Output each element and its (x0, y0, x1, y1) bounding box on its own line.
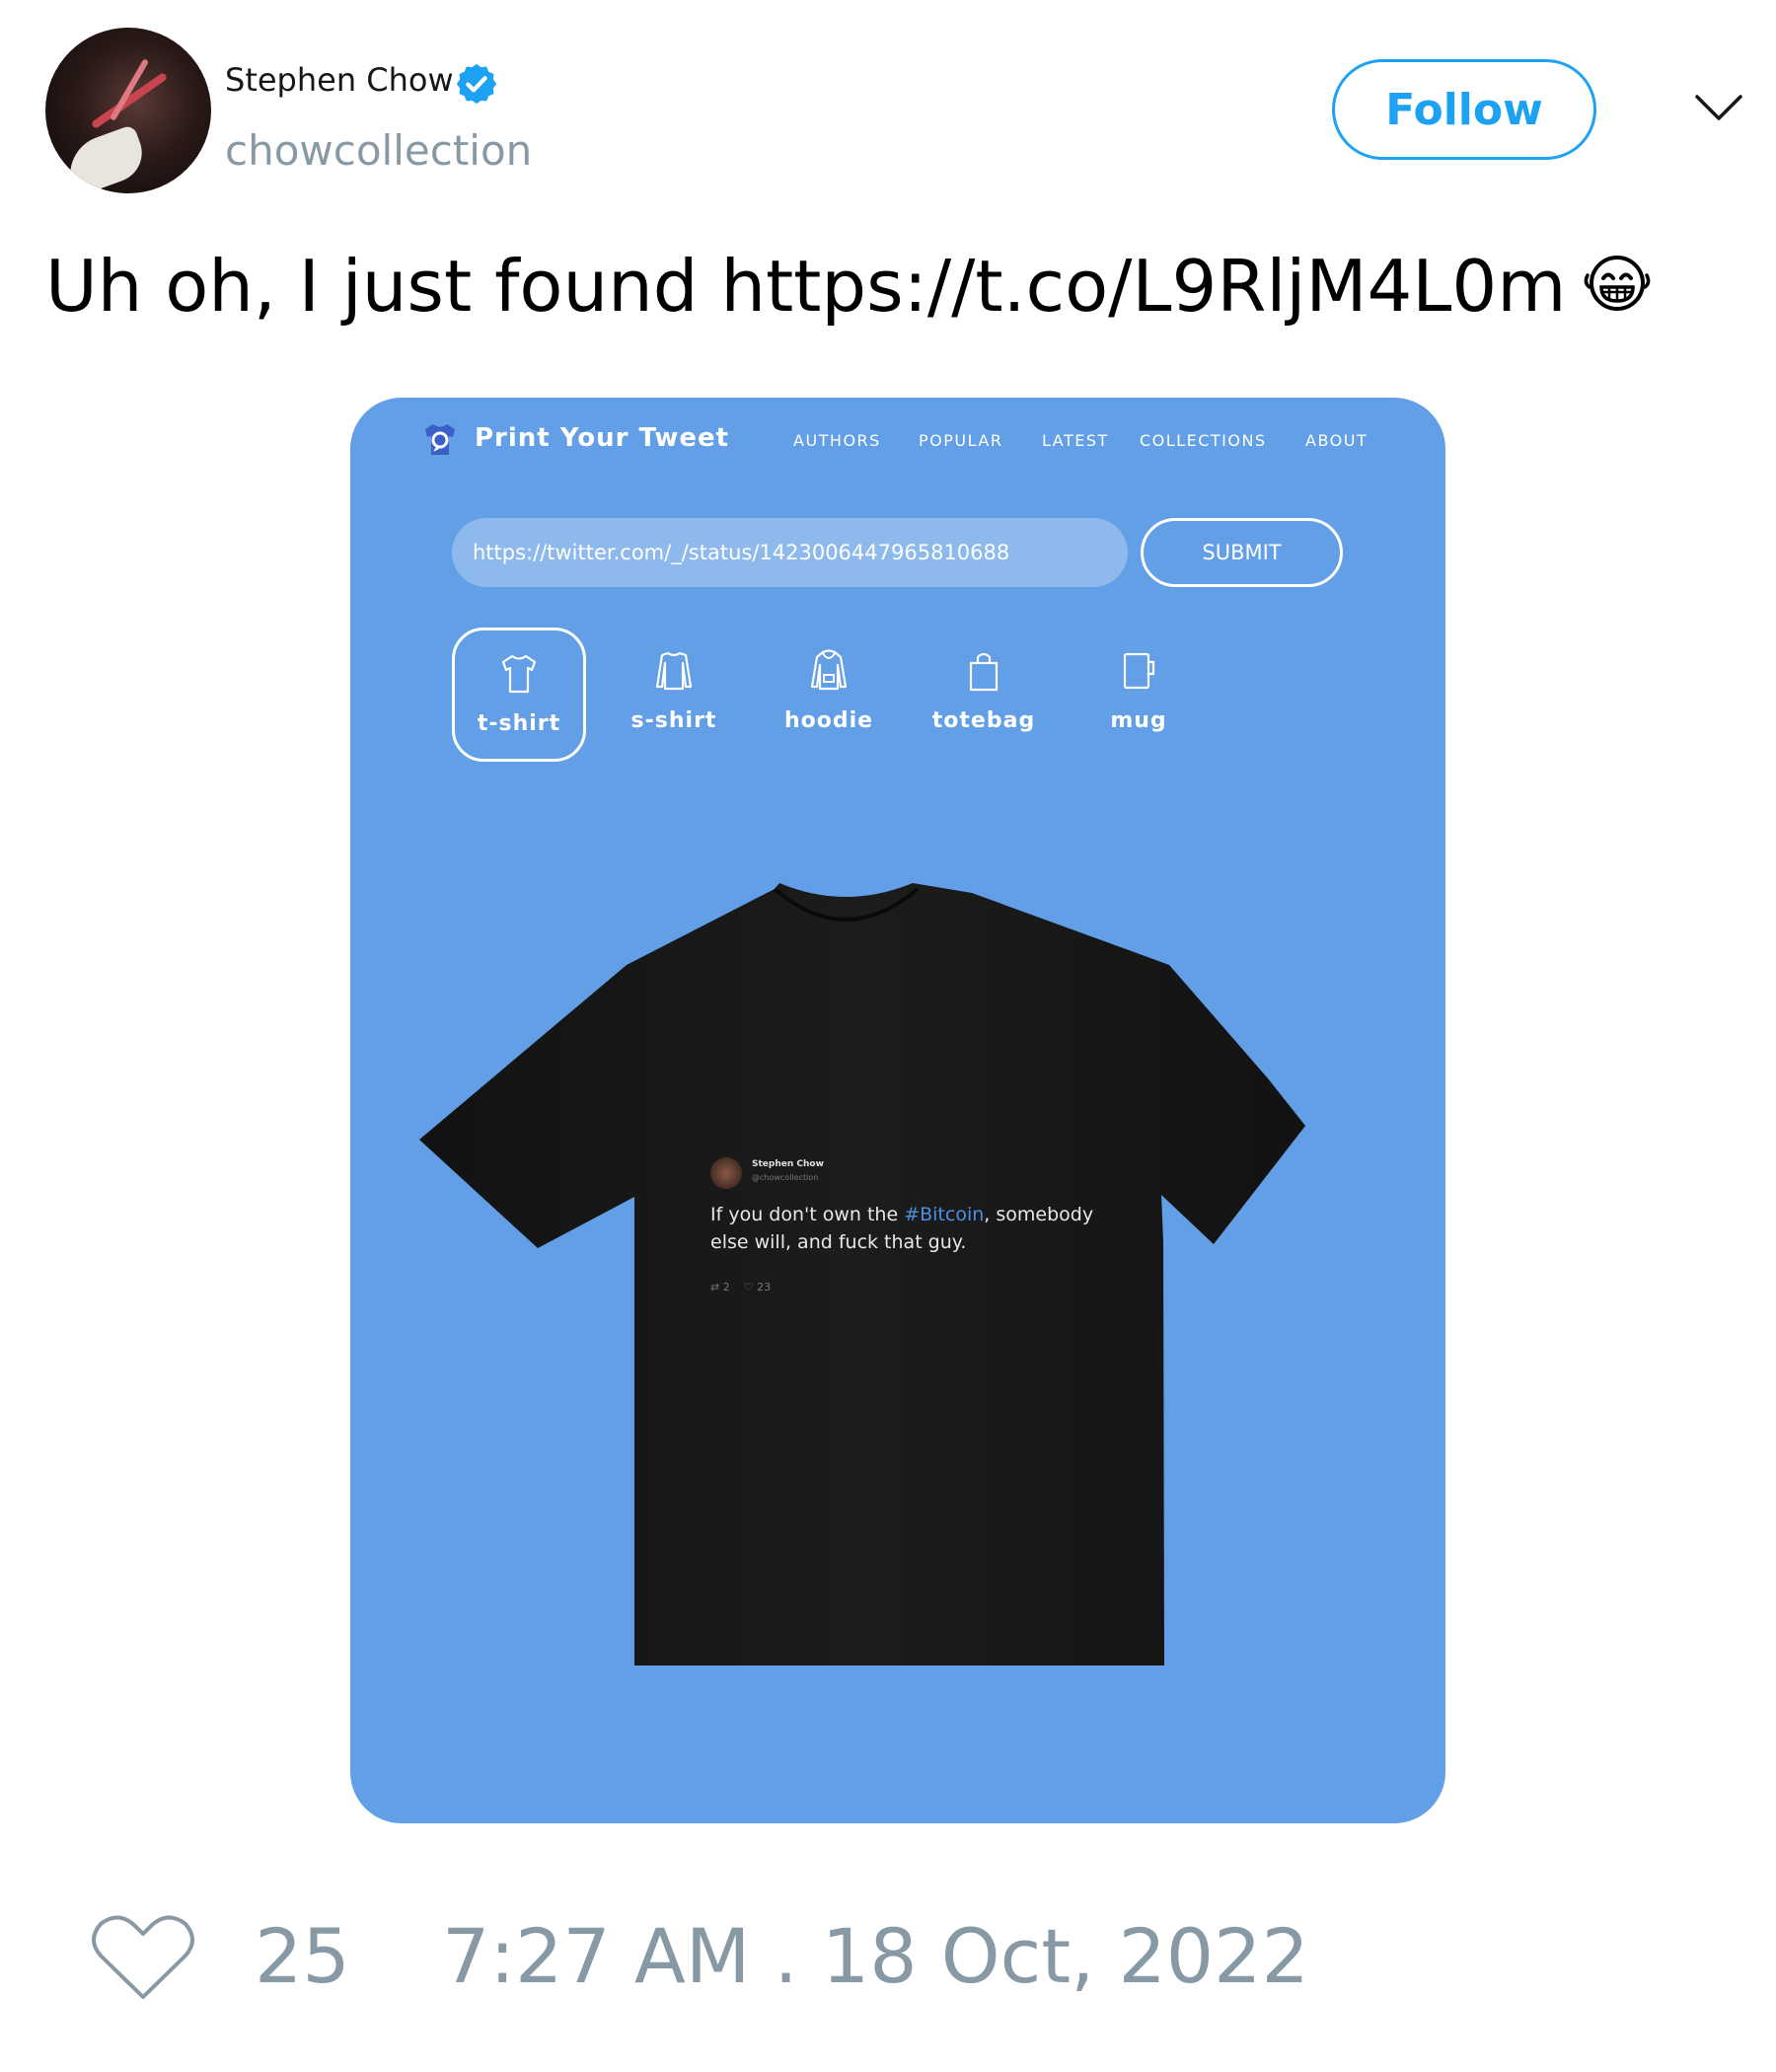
product-hoodie[interactable]: hoodie (762, 628, 896, 762)
heart-icon[interactable] (91, 1912, 195, 2003)
media-card[interactable]: Print Your Tweet AUTHORS POPULAR LATEST … (350, 398, 1445, 1823)
printed-tweet-text: If you don't own the #Bitcoin, somebody … (710, 1201, 1125, 1256)
printed-tweet-handle: @chowcollection (752, 1173, 819, 1182)
product-label: totebag (931, 708, 1036, 733)
retweet-icon: ⇄ (710, 1281, 723, 1294)
nav-about[interactable]: ABOUT (1305, 431, 1368, 450)
like-count: 25 (255, 1912, 350, 2000)
printed-tweet-stats: ⇄ 2 ♡ 23 (710, 1281, 771, 1294)
product-totebag[interactable]: totebag (917, 628, 1051, 762)
printed-tweet-name: Stephen Chow (752, 1159, 824, 1169)
nav-collections[interactable]: COLLECTIONS (1140, 431, 1267, 450)
printed-heart-icon: ♡ (743, 1281, 758, 1294)
printed-retweet-count: 2 (722, 1281, 730, 1294)
printed-tweet-avatar (710, 1157, 742, 1189)
printed-like-count: 23 (757, 1281, 772, 1294)
totebag-icon (969, 652, 999, 692)
site-name[interactable]: Print Your Tweet (475, 423, 729, 453)
hoodie-icon (810, 649, 848, 691)
sweatshirt-icon (655, 651, 693, 691)
laughing-face-icon (1585, 256, 1651, 311)
product-label: hoodie (783, 708, 874, 733)
tshirt-icon (501, 654, 537, 694)
product-label: mug (1110, 708, 1167, 733)
chevron-down-icon[interactable] (1693, 87, 1744, 126)
printed-hashtag: #Bitcoin (904, 1204, 985, 1225)
printed-text-before: If you don't own the (710, 1204, 905, 1225)
submit-button[interactable]: SUBMIT (1141, 518, 1343, 587)
tshirt-preview[interactable] (419, 871, 1376, 1730)
product-label: s-shirt (630, 708, 717, 733)
avatar[interactable] (45, 28, 211, 193)
nav-authors[interactable]: AUTHORS (793, 431, 881, 450)
tweet-url-input[interactable]: https://twitter.com/_/status/14230064479… (452, 518, 1128, 587)
verified-badge-icon (456, 63, 497, 105)
handle[interactable]: chowcollection (225, 126, 532, 175)
mug-icon (1123, 652, 1155, 690)
print-your-tweet-logo-icon (425, 424, 455, 455)
nav-latest[interactable]: LATEST (1042, 431, 1109, 450)
display-name[interactable]: Stephen Chow (225, 61, 454, 99)
product-sshirt[interactable]: s-shirt (607, 628, 741, 762)
tweet-text: Uh oh, I just found https://t.co/L9RljM4… (45, 245, 1653, 328)
tweet-body: Uh oh, I just found https://t.co/L9RljM4… (45, 245, 1567, 328)
timestamp[interactable]: 7:27 AM . 18 Oct, 2022 (442, 1912, 1309, 2000)
product-tshirt[interactable]: t-shirt (452, 628, 586, 762)
product-label: t-shirt (477, 711, 561, 736)
product-mug[interactable]: mug (1072, 628, 1206, 762)
follow-button[interactable]: Follow (1332, 59, 1596, 160)
nav-popular[interactable]: POPULAR (919, 431, 1002, 450)
